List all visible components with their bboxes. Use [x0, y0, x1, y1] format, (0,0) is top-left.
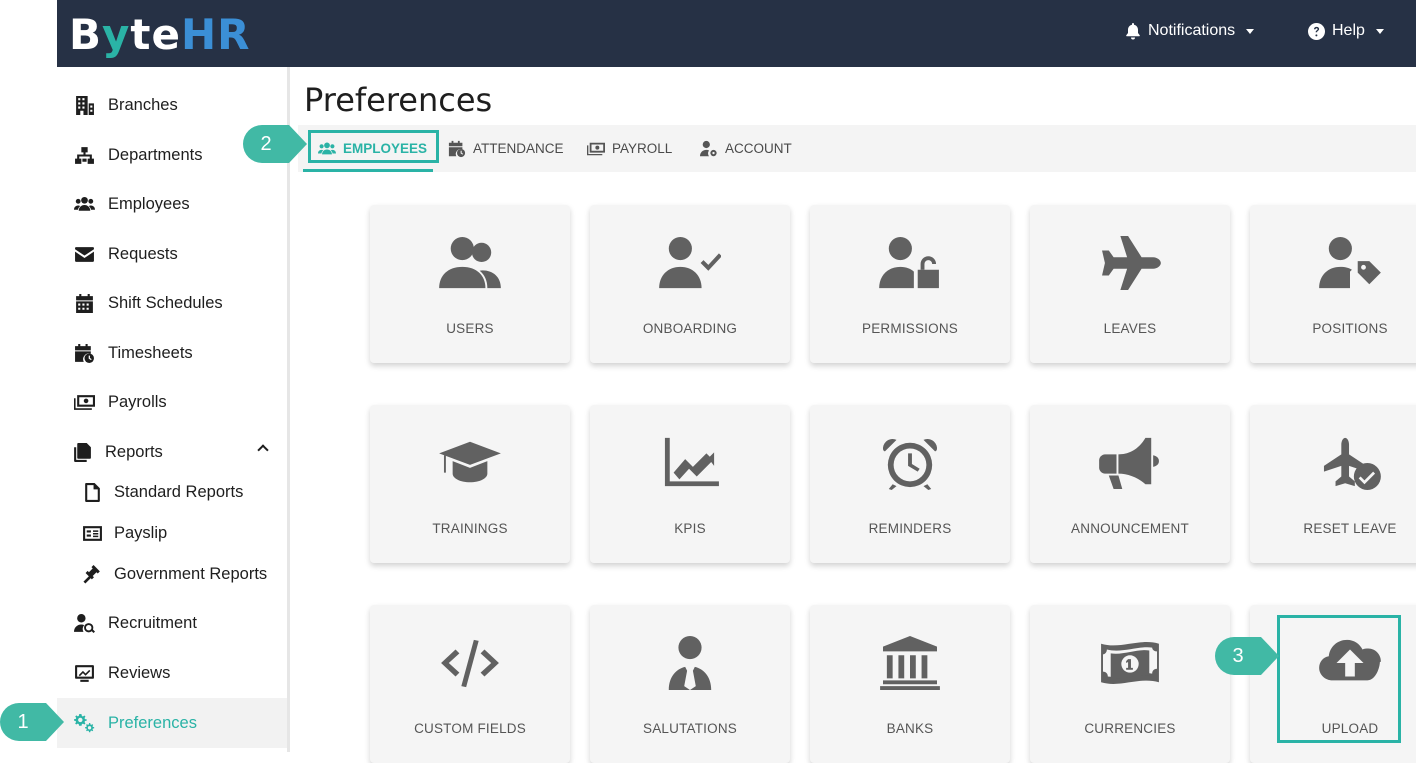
users-icon [438, 235, 502, 291]
sidebar-item-payslip[interactable]: Payslip [57, 513, 287, 553]
card-announcement[interactable]: ANNOUNCEMENT [1030, 405, 1230, 563]
callout-3: 3 [1215, 637, 1279, 675]
question-circle-icon [1308, 22, 1325, 40]
sidebar-item-preferences[interactable]: Preferences [57, 698, 287, 748]
card-kpis[interactable]: KPIS [590, 405, 790, 563]
notifications-menu[interactable]: Notifications [1125, 0, 1255, 62]
money-icon [73, 391, 95, 413]
card-reset-leave[interactable]: RESET LEAVE [1250, 405, 1416, 563]
money-icon [587, 142, 605, 155]
callout-1: 1 [0, 703, 64, 741]
user-lock-icon [878, 235, 942, 291]
chevron-up-icon[interactable] [257, 444, 269, 456]
card-users[interactable]: USERS [370, 205, 570, 363]
user-search-icon [73, 612, 95, 634]
file-icon [81, 481, 103, 503]
card-custom-fields[interactable]: CUSTOM FIELDS [370, 605, 570, 763]
gavel-icon [81, 563, 103, 585]
user-gear-icon [700, 140, 717, 156]
building-icon [73, 94, 95, 116]
plane-icon [1098, 235, 1162, 291]
upload-highlight-box [1277, 615, 1401, 743]
card-salutations[interactable]: SALUTATIONS [590, 605, 790, 763]
sidebar-item-payrolls[interactable]: Payrolls [57, 378, 287, 426]
chevron-down-icon [1375, 28, 1384, 34]
card-banks[interactable]: BANKS [810, 605, 1010, 763]
calendar-clock-icon [73, 342, 95, 364]
sidebar-item-shift-schedules[interactable]: Shift Schedules [57, 279, 287, 327]
sidebar: Branches Departments Employees Requests … [57, 67, 290, 752]
card-permissions[interactable]: PERMISSIONS [810, 205, 1010, 363]
sitemap-icon [73, 144, 95, 166]
gears-icon [73, 712, 95, 734]
chart-board-icon [73, 662, 95, 684]
chart-line-icon [658, 435, 722, 491]
sidebar-item-employees[interactable]: Employees [57, 180, 287, 228]
plane-check-icon [1318, 435, 1382, 491]
tab-payroll[interactable]: PAYROLL [587, 125, 672, 172]
calendar-clock-icon [448, 140, 466, 157]
tab-attendance[interactable]: ATTENDANCE [448, 125, 564, 172]
calendar-icon [73, 292, 95, 314]
card-trainings[interactable]: TRAININGS [370, 405, 570, 563]
card-onboarding[interactable]: ONBOARDING [590, 205, 790, 363]
help-label: Help [1332, 22, 1365, 39]
chevron-down-icon [1246, 28, 1255, 34]
user-check-icon [658, 235, 722, 291]
card-positions[interactable]: POSITIONS [1250, 205, 1416, 363]
sidebar-item-reviews[interactable]: Reviews [57, 649, 287, 697]
user-tag-icon [1318, 235, 1382, 291]
user-tie-icon [658, 635, 722, 691]
tab-highlight-box [308, 130, 439, 163]
bullhorn-icon [1098, 435, 1162, 491]
sidebar-item-government-reports[interactable]: Government Reports [57, 554, 287, 594]
card-reminders[interactable]: REMINDERS [810, 405, 1010, 563]
page-title: Preferences [304, 81, 493, 119]
card-leaves[interactable]: LEAVES [1030, 205, 1230, 363]
active-tab-indicator [303, 169, 433, 172]
preferences-tabs: EMPLOYEES ATTENDANCE PAYROLL ACCOUNT [298, 125, 1416, 172]
code-icon [438, 635, 502, 691]
money-bill-icon [1098, 635, 1162, 691]
bank-icon [878, 635, 942, 691]
sidebar-item-recruitment[interactable]: Recruitment [57, 599, 287, 647]
bytehr-logo[interactable]: By te HR [69, 6, 250, 62]
sidebar-item-timesheets[interactable]: Timesheets [57, 329, 287, 377]
notifications-label: Notifications [1148, 22, 1236, 39]
graduation-cap-icon [438, 435, 502, 491]
bell-icon [1126, 22, 1140, 39]
tab-account[interactable]: ACCOUNT [700, 125, 792, 172]
top-bar: By te HR Notifications Help [57, 0, 1416, 67]
sidebar-item-reports[interactable]: Reports [57, 428, 287, 476]
card-currencies[interactable]: CURRENCIES [1030, 605, 1230, 763]
sidebar-item-branches[interactable]: Branches [57, 81, 287, 129]
alarm-clock-icon [878, 435, 942, 491]
help-menu[interactable]: Help [1308, 0, 1384, 62]
callout-2: 2 [243, 125, 307, 163]
sidebar-item-requests[interactable]: Requests [57, 230, 287, 278]
users-icon [73, 193, 95, 215]
sidebar-item-standard-reports[interactable]: Standard Reports [57, 472, 287, 512]
envelope-icon [73, 243, 95, 265]
id-card-icon [81, 522, 103, 544]
copy-icon [71, 441, 93, 463]
